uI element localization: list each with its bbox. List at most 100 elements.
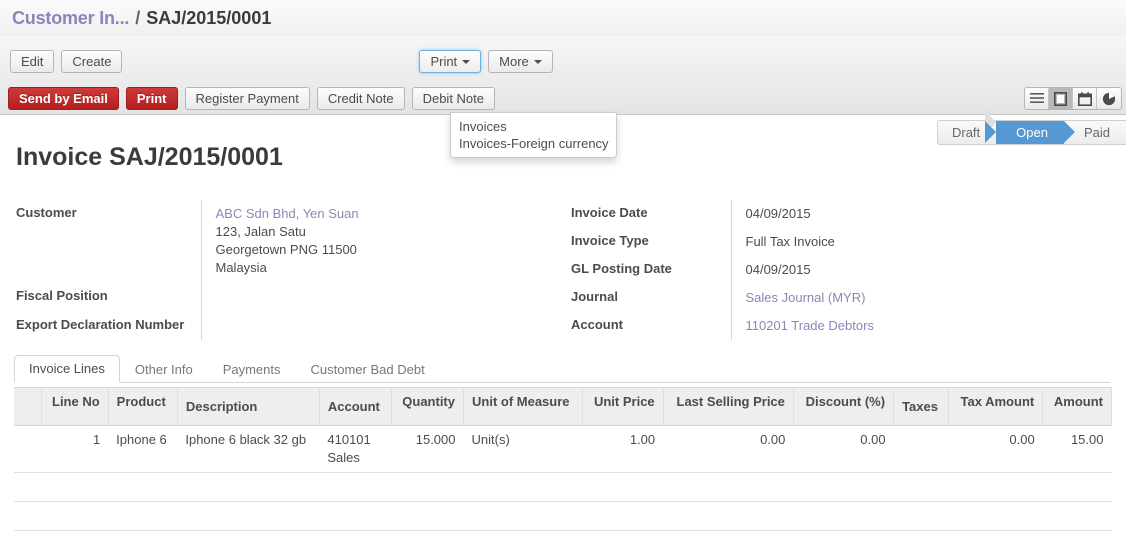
- field-row-fiscal-position: Fiscal Position: [16, 283, 401, 311]
- tab-payments[interactable]: Payments: [208, 356, 296, 383]
- column-header-discount[interactable]: Discount (%): [793, 388, 893, 426]
- field-row-journal: Journal Sales Journal (MYR): [571, 284, 956, 312]
- field-value-account[interactable]: 110201 Trade Debtors: [731, 312, 956, 340]
- column-header-tax-amount[interactable]: Tax Amount: [949, 388, 1043, 426]
- breadcrumb-parent-link[interactable]: Customer In...: [12, 8, 129, 29]
- create-button[interactable]: Create: [61, 50, 122, 73]
- column-header-quantity[interactable]: Quantity: [391, 388, 463, 426]
- cell-discount: 0.00: [793, 426, 893, 473]
- print-menu-item-invoices[interactable]: Invoices: [451, 118, 616, 135]
- field-row-gl-posting-date: GL Posting Date 04/09/2015: [571, 256, 956, 284]
- chevron-down-icon: [462, 60, 470, 64]
- cell-product: Iphone 6: [108, 426, 177, 473]
- cell-empty: [14, 473, 1112, 502]
- field-row-export-declaration-number: Export Declaration Number: [16, 312, 401, 340]
- field-row-customer: Customer ABC Sdn Bhd, Yen Suan 123, Jala…: [16, 200, 401, 283]
- column-header-line-no[interactable]: Line No: [41, 388, 108, 426]
- field-value-journal[interactable]: Sales Journal (MYR): [731, 284, 956, 312]
- right-field-group: Invoice Date 04/09/2015 Invoice Type Ful…: [571, 200, 956, 340]
- field-value-fiscal-position[interactable]: [201, 283, 401, 311]
- field-value-invoice-type[interactable]: Full Tax Invoice: [731, 228, 956, 256]
- field-row-invoice-date: Invoice Date 04/09/2015: [571, 200, 956, 228]
- cell-line-no: 1: [41, 426, 108, 473]
- tab-invoice-lines[interactable]: Invoice Lines: [14, 355, 120, 383]
- cell-unit-of-measure: Unit(s): [464, 426, 583, 473]
- column-header-handle: [14, 388, 41, 426]
- customer-name-link[interactable]: ABC Sdn Bhd, Yen Suan: [216, 206, 359, 221]
- table-row-empty[interactable]: [14, 473, 1112, 502]
- cell-last-selling-price: 0.00: [663, 426, 793, 473]
- column-header-taxes[interactable]: Taxes: [894, 388, 949, 426]
- table-header-row: Line No Product Description Account Quan…: [14, 388, 1112, 426]
- control-panel: Edit Create Print More Send by Email Pri…: [0, 36, 1126, 115]
- breadcrumb-current: SAJ/2015/0001: [146, 8, 271, 29]
- view-switcher: [1024, 87, 1122, 110]
- table-body: 1 Iphone 6 Iphone 6 black 32 gb 410101 S…: [14, 426, 1112, 531]
- cell-account: 410101 Sales: [319, 426, 391, 473]
- cell-taxes: [894, 426, 949, 473]
- list-view-icon[interactable]: [1025, 88, 1049, 109]
- record-actions-group: Edit Create: [10, 50, 122, 73]
- column-header-product[interactable]: Product: [108, 388, 177, 426]
- cell-handle: [14, 426, 41, 473]
- calendar-view-icon[interactable]: [1073, 88, 1097, 109]
- more-dropdown-button[interactable]: More: [488, 50, 553, 73]
- cell-empty: [14, 502, 1112, 531]
- invoice-lines-panel: Line No Product Description Account Quan…: [14, 387, 1112, 531]
- field-label-customer: Customer: [16, 200, 201, 283]
- field-label-journal: Journal: [571, 284, 731, 312]
- print-dropdown-button[interactable]: Print: [419, 50, 481, 73]
- invoice-lines-table: Line No Product Description Account Quan…: [14, 387, 1112, 531]
- field-label-export-declaration-number: Export Declaration Number: [16, 312, 201, 340]
- notebook-tabs: Invoice Lines Other Info Payments Custom…: [14, 355, 1110, 383]
- field-value-export-declaration-number[interactable]: [201, 312, 401, 340]
- column-header-unit-price[interactable]: Unit Price: [582, 388, 663, 426]
- tab-other-info[interactable]: Other Info: [120, 356, 208, 383]
- table-header: Line No Product Description Account Quan…: [14, 388, 1112, 426]
- form-sheet: Draft Open Paid Invoice SAJ/2015/0001 Cu…: [0, 115, 1126, 536]
- print-button[interactable]: Print: [126, 87, 178, 110]
- field-value-gl-posting-date[interactable]: 04/09/2015: [731, 256, 956, 284]
- customer-address-line-2: Georgetown PNG 11500: [216, 242, 357, 257]
- chevron-down-icon: [534, 60, 542, 64]
- debit-note-button[interactable]: Debit Note: [412, 87, 495, 110]
- column-header-description[interactable]: Description: [177, 388, 319, 426]
- more-dropdown-label: More: [499, 55, 529, 68]
- credit-note-button[interactable]: Credit Note: [317, 87, 405, 110]
- print-dropdown-menu: Invoices Invoices-Foreign currency: [450, 112, 617, 158]
- column-header-unit-of-measure[interactable]: Unit of Measure: [464, 388, 583, 426]
- status-stage-open[interactable]: Open: [996, 121, 1064, 144]
- field-row-account: Account 110201 Trade Debtors: [571, 312, 956, 340]
- left-field-group: Customer ABC Sdn Bhd, Yen Suan 123, Jala…: [16, 200, 401, 340]
- dropdown-actions-group: Print More: [419, 50, 552, 73]
- register-payment-button[interactable]: Register Payment: [185, 87, 310, 110]
- control-panel-top-row: Edit Create Print More: [10, 50, 1118, 73]
- column-header-amount[interactable]: Amount: [1043, 388, 1112, 426]
- cell-unit-price: 1.00: [582, 426, 663, 473]
- field-value-invoice-date[interactable]: 04/09/2015: [731, 200, 956, 228]
- cell-quantity: 15.000: [391, 426, 463, 473]
- field-label-fiscal-position: Fiscal Position: [16, 283, 201, 311]
- field-value-customer[interactable]: ABC Sdn Bhd, Yen Suan 123, Jalan Satu Ge…: [201, 200, 401, 283]
- table-row-empty[interactable]: [14, 502, 1112, 531]
- field-groups: Customer ABC Sdn Bhd, Yen Suan 123, Jala…: [16, 200, 1110, 340]
- graph-view-icon[interactable]: [1097, 88, 1121, 109]
- field-label-account: Account: [571, 312, 731, 340]
- column-header-account[interactable]: Account: [319, 388, 391, 426]
- field-row-invoice-type: Invoice Type Full Tax Invoice: [571, 228, 956, 256]
- customer-address-line-1: 123, Jalan Satu: [216, 224, 306, 239]
- form-view-icon[interactable]: [1049, 88, 1073, 109]
- send-by-email-button[interactable]: Send by Email: [8, 87, 119, 110]
- field-label-invoice-date: Invoice Date: [571, 200, 731, 228]
- edit-button[interactable]: Edit: [10, 50, 54, 73]
- table-row[interactable]: 1 Iphone 6 Iphone 6 black 32 gb 410101 S…: [14, 426, 1112, 473]
- tab-customer-bad-debt[interactable]: Customer Bad Debt: [296, 356, 440, 383]
- column-header-last-selling-price[interactable]: Last Selling Price: [663, 388, 793, 426]
- field-label-invoice-type: Invoice Type: [571, 228, 731, 256]
- breadcrumb: Customer In... / SAJ/2015/0001: [0, 0, 1126, 36]
- cell-tax-amount: 0.00: [949, 426, 1043, 473]
- page-title: Invoice SAJ/2015/0001: [16, 143, 283, 172]
- breadcrumb-separator: /: [135, 8, 140, 29]
- cell-account-code: 410101: [327, 431, 383, 449]
- print-menu-item-invoices-foreign-currency[interactable]: Invoices-Foreign currency: [451, 135, 616, 152]
